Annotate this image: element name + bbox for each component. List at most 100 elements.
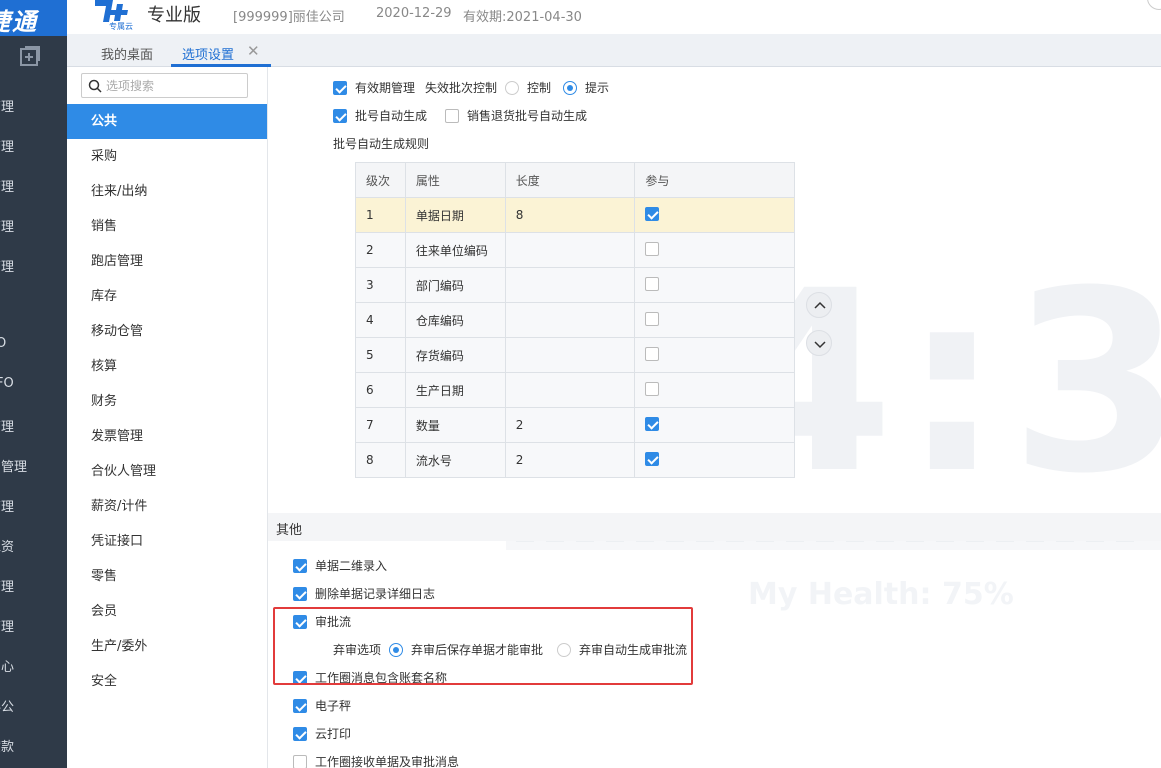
participate-checkbox[interactable] — [645, 311, 660, 326]
sidebar-item-accounting[interactable]: 核算 — [67, 349, 267, 384]
move-up-button[interactable] — [806, 292, 832, 318]
cloud-print-row: 云打印 — [293, 725, 351, 742]
cell-length[interactable]: 2 — [504, 442, 636, 478]
participate-checkbox[interactable] — [645, 276, 660, 291]
sidebar-item-sales[interactable]: 销售 — [67, 209, 267, 244]
sidebar-item-purchase[interactable]: 采购 — [67, 139, 267, 174]
nav-item[interactable]: 工资 — [0, 536, 14, 555]
nav-item[interactable]: FO — [0, 376, 14, 391]
table-row[interactable]: 3 部门编码 — [355, 267, 795, 303]
nav-item[interactable]: 管理 — [0, 256, 14, 275]
header-attr[interactable]: 属性 — [404, 162, 506, 198]
table-row[interactable]: 4 仓库编码 — [355, 302, 795, 338]
nav-item[interactable]: 貸款 — [0, 736, 14, 755]
cloud-print-checkbox[interactable] — [293, 726, 307, 741]
cell-level: 1 — [355, 197, 406, 233]
cell-length[interactable] — [504, 337, 636, 373]
header-level[interactable]: 级次 — [355, 162, 406, 198]
scale-label: 电子秤 — [315, 699, 352, 713]
receive-msg-checkbox[interactable] — [293, 754, 307, 768]
cell-length[interactable] — [504, 302, 636, 338]
cell-attr: 往来单位编码 — [404, 232, 506, 268]
qr-entry-checkbox[interactable] — [293, 558, 307, 573]
nav-item[interactable]: 管理 — [0, 96, 14, 115]
participate-checkbox[interactable] — [645, 451, 660, 466]
nav-item[interactable]: 管理 — [0, 616, 14, 635]
close-icon[interactable]: ✕ — [247, 42, 260, 60]
participate-checkbox[interactable] — [645, 346, 660, 361]
prompt-radio[interactable] — [563, 80, 578, 95]
nav-item[interactable]: 管理 — [0, 576, 14, 595]
control-radio[interactable] — [505, 80, 520, 95]
sidebar-item-member[interactable]: 会员 — [67, 594, 267, 629]
participate-checkbox[interactable] — [645, 416, 660, 431]
move-down-button[interactable] — [806, 330, 832, 356]
cell-length[interactable] — [504, 267, 636, 303]
receive-msg-row: 工作圈接收单据及审批消息 — [293, 753, 459, 768]
table-row[interactable]: 6 生产日期 — [355, 372, 795, 408]
new-window-icon[interactable] — [18, 44, 42, 68]
tab-options[interactable]: 选项设置 — [182, 44, 234, 63]
nav-item[interactable]: 管理 — [0, 496, 14, 515]
nav-item[interactable]: 中心 — [0, 656, 14, 675]
cell-participate — [634, 407, 795, 443]
sidebar-item-cashier[interactable]: 往来/出纳 — [67, 174, 267, 209]
table-row[interactable]: 7 数量 2 — [355, 407, 795, 443]
participate-checkbox[interactable] — [645, 206, 660, 221]
participate-checkbox[interactable] — [645, 241, 660, 256]
nav-item[interactable]: 管理 — [0, 136, 14, 155]
sidebar-item-retail[interactable]: 零售 — [67, 559, 267, 594]
cell-length[interactable] — [504, 372, 636, 408]
cell-level: 7 — [355, 407, 406, 443]
participate-checkbox[interactable] — [645, 381, 660, 396]
main-content: 14:39 My Health: 75% 有效期管理 失效批次控制 控制 提示 … — [268, 67, 1161, 768]
sidebar-item-finance[interactable]: 财务 — [67, 384, 267, 419]
cell-length[interactable] — [504, 232, 636, 268]
invalid-batch-label: 失效批次控制 — [425, 81, 498, 95]
sidebar-item-partner[interactable]: 合伙人管理 — [67, 454, 267, 489]
nav-item[interactable]: 管理 — [0, 216, 14, 235]
sidebar-item-invoice[interactable]: 发票管理 — [67, 419, 267, 454]
sidebar-item-security[interactable]: 安全 — [67, 664, 267, 699]
qr-entry-label: 单据二维录入 — [315, 559, 388, 573]
cell-length[interactable]: 2 — [504, 407, 636, 443]
batch-auto-checkbox[interactable] — [333, 108, 347, 123]
sidebar-item-store-visit[interactable]: 跑店管理 — [67, 244, 267, 279]
nav-item[interactable]: 办公 — [0, 696, 14, 715]
search-input[interactable] — [106, 77, 244, 95]
validity-checkbox[interactable] — [333, 80, 347, 95]
cell-attr: 仓库编码 — [404, 302, 506, 338]
company-name[interactable]: [999999]丽佳公司 — [233, 6, 345, 25]
validity-label: 有效期管理 — [355, 81, 416, 95]
cloud-print-label: 云打印 — [315, 727, 352, 741]
nav-item[interactable]: O — [0, 336, 6, 351]
sidebar-item-mobile-warehouse[interactable]: 移动仓管 — [67, 314, 267, 349]
nav-item[interactable]: 管理 — [0, 416, 14, 435]
cell-participate — [634, 197, 795, 233]
delete-log-label: 删除单据记录详细日志 — [315, 587, 436, 601]
delete-log-checkbox[interactable] — [293, 586, 307, 601]
sidebar-item-production[interactable]: 生产/委外 — [67, 629, 267, 664]
user-avatar[interactable] — [1147, 0, 1161, 10]
sidebar-item-inventory[interactable]: 库存 — [67, 279, 267, 314]
logo-strip: 捷通 — [0, 0, 67, 36]
sales-return-checkbox[interactable] — [445, 108, 460, 123]
search-icon — [88, 79, 102, 93]
left-nav: 捷通 管理 管理 管理 管理 管理 O FO 管理 引管理 管理 工资 管理 管… — [0, 0, 67, 768]
cell-length[interactable]: 8 — [504, 197, 636, 233]
nav-item[interactable]: 管理 — [0, 176, 14, 195]
nav-item[interactable]: 引管理 — [0, 456, 27, 475]
scale-checkbox[interactable] — [293, 698, 307, 713]
tab-desktop[interactable]: 我的桌面 — [101, 44, 153, 63]
cell-attr: 存货编码 — [404, 337, 506, 373]
table-row[interactable]: 8 流水号 2 — [355, 442, 795, 478]
header-length[interactable]: 长度 — [504, 162, 636, 198]
table-row[interactable]: 5 存货编码 — [355, 337, 795, 373]
sidebar-item-payroll[interactable]: 薪资/计件 — [67, 489, 267, 524]
table-row[interactable]: 1 单据日期 8 — [355, 197, 795, 233]
sidebar-item-public[interactable]: 公共 — [67, 104, 267, 139]
header-participate[interactable]: 参与 — [634, 162, 795, 198]
sidebar-item-voucher[interactable]: 凭证接口 — [67, 524, 267, 559]
top-header: 专属云 专业版 [999999]丽佳公司 2020-12-29 有效期:2021… — [67, 0, 1161, 34]
table-row[interactable]: 2 往来单位编码 — [355, 232, 795, 268]
